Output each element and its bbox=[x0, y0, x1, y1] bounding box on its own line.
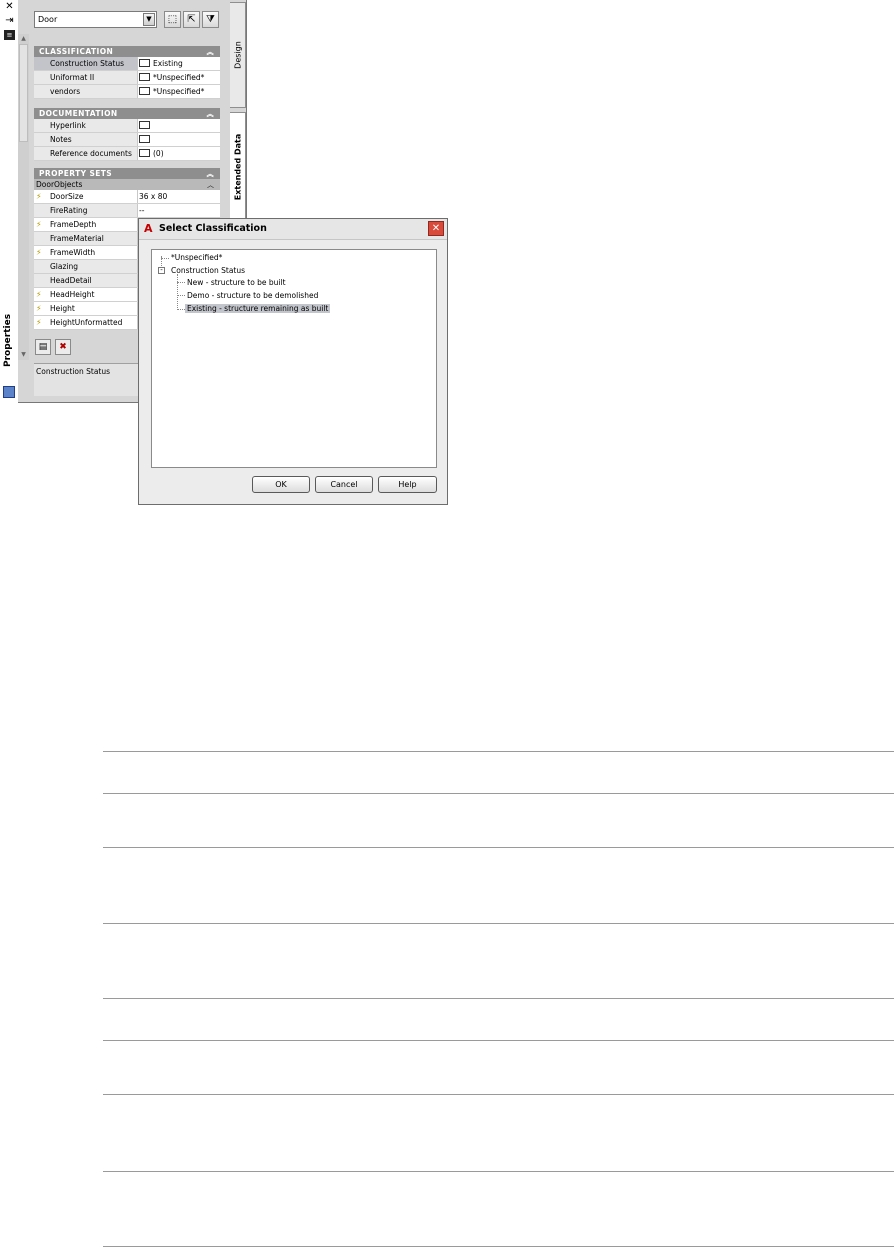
properties-palette-icon bbox=[3, 386, 15, 398]
property-set-subheader[interactable]: DoorObjects ︿ bbox=[34, 179, 220, 190]
quick-select-button[interactable]: ⬚ bbox=[164, 11, 181, 28]
edit-icon[interactable] bbox=[139, 59, 150, 67]
tree-node-demo[interactable]: Demo - structure to be demolished bbox=[187, 291, 318, 300]
table-divider bbox=[103, 1246, 894, 1247]
close-icon[interactable]: ✕ bbox=[4, 2, 15, 12]
property-row[interactable]: Uniformat II *Unspecified* bbox=[34, 71, 220, 85]
table-divider bbox=[103, 751, 894, 752]
edit-icon[interactable] bbox=[139, 149, 150, 157]
palette-scrollbar[interactable]: ▲ ▼ bbox=[18, 34, 29, 360]
dialog-title: Select Classification bbox=[159, 223, 267, 234]
autohide-icon[interactable]: ⇥ bbox=[4, 16, 15, 26]
dialog-titlebar[interactable]: A Select Classification ✕ bbox=[139, 219, 447, 240]
property-row[interactable]: FireRating -- bbox=[34, 204, 220, 218]
scroll-down-icon[interactable]: ▼ bbox=[20, 352, 27, 358]
table-divider bbox=[103, 1171, 894, 1172]
object-type-select[interactable]: Door ▼ bbox=[34, 11, 157, 28]
property-row[interactable]: Construction Status Existing bbox=[34, 57, 220, 71]
chevron-down-icon[interactable]: ▼ bbox=[143, 13, 155, 26]
close-button[interactable]: ✕ bbox=[428, 221, 444, 236]
edit-icon[interactable] bbox=[139, 73, 150, 81]
table-divider bbox=[103, 923, 894, 924]
select-objects-button[interactable]: ⇱ bbox=[183, 11, 200, 28]
description-text: Construction Status bbox=[36, 367, 111, 376]
cancel-button[interactable]: Cancel bbox=[315, 476, 373, 493]
palette-title: Properties bbox=[3, 313, 13, 367]
table-divider bbox=[103, 1040, 894, 1041]
table-divider bbox=[103, 1094, 894, 1095]
tab-extended-data[interactable]: Extended Data bbox=[230, 112, 246, 222]
documentation-header[interactable]: DOCUMENTATION ︽ bbox=[34, 108, 220, 119]
property-row[interactable]: Reference documents (0) bbox=[34, 147, 220, 161]
edit-icon[interactable] bbox=[139, 135, 150, 143]
collapse-tree-icon[interactable]: - bbox=[158, 267, 165, 274]
classification-header[interactable]: CLASSIFICATION ︽ bbox=[34, 46, 220, 57]
property-row[interactable]: ⚡ DoorSize 36 x 80 bbox=[34, 190, 220, 204]
property-row[interactable]: Hyperlink bbox=[34, 119, 220, 133]
add-property-set-icon[interactable]: ▤ bbox=[35, 339, 51, 355]
ok-button[interactable]: OK bbox=[252, 476, 310, 493]
help-button[interactable]: Help bbox=[378, 476, 437, 493]
select-classification-dialog: A Select Classification ✕ *Unspecified* … bbox=[138, 218, 448, 505]
palette-titlebar: ✕ ⇥ ≡ Properties bbox=[0, 0, 18, 402]
documentation-section: DOCUMENTATION ︽ Hyperlink Notes Reference… bbox=[34, 108, 220, 161]
tree-node-unspecified[interactable]: *Unspecified* bbox=[171, 253, 222, 262]
table-divider bbox=[103, 847, 894, 848]
table-divider bbox=[103, 998, 894, 999]
object-type-value: Door bbox=[38, 15, 58, 24]
classification-tree[interactable]: *Unspecified* - Construction Status New … bbox=[151, 249, 437, 468]
tree-node-existing[interactable]: Existing - structure remaining as built bbox=[185, 304, 331, 313]
edit-icon[interactable] bbox=[139, 87, 150, 95]
scroll-up-icon[interactable]: ▲ bbox=[20, 36, 27, 42]
app-logo-icon: A bbox=[144, 222, 153, 235]
tree-node-new[interactable]: New - structure to be built bbox=[187, 278, 286, 287]
table-divider bbox=[103, 793, 894, 794]
property-row[interactable]: vendors *Unspecified* bbox=[34, 85, 220, 99]
properties-menu-icon[interactable]: ≡ bbox=[4, 30, 15, 40]
edit-icon[interactable] bbox=[139, 121, 150, 129]
tree-node-construction-status[interactable]: Construction Status bbox=[171, 266, 245, 275]
remove-property-set-icon[interactable]: ✖ bbox=[55, 339, 71, 355]
tab-design[interactable]: Design bbox=[230, 2, 246, 108]
filter-button[interactable]: ⧩ bbox=[202, 11, 219, 28]
classification-section: CLASSIFICATION ︽ Construction Status Exist… bbox=[34, 46, 220, 99]
scrollbar-thumb[interactable] bbox=[19, 44, 28, 142]
property-row[interactable]: Notes bbox=[34, 133, 220, 147]
property-sets-header[interactable]: PROPERTY SETS ︽ bbox=[34, 168, 220, 179]
